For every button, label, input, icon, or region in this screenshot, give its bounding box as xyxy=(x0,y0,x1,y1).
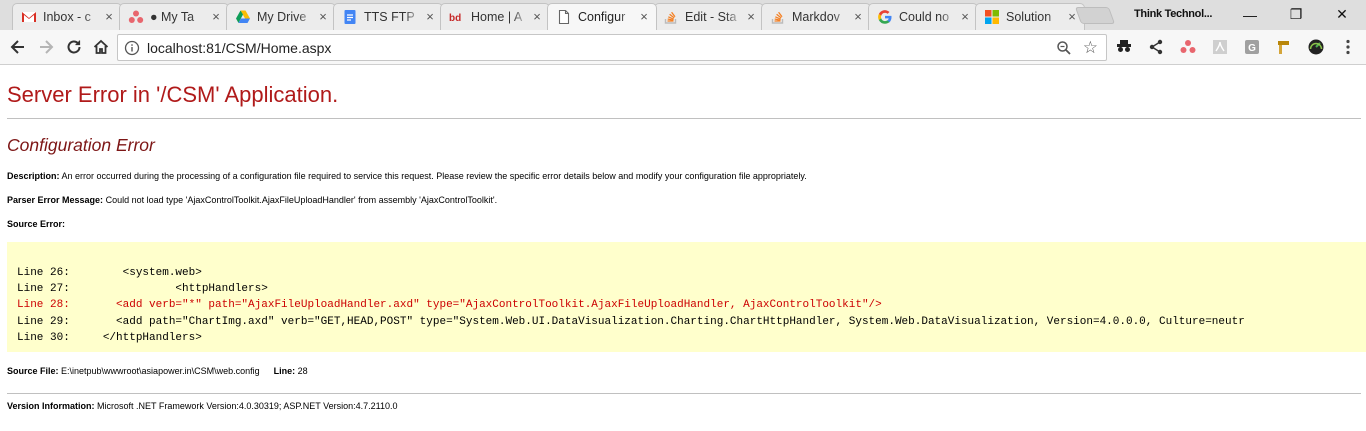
pdf-extension-icon[interactable] xyxy=(1211,38,1229,56)
tab-close-icon[interactable]: × xyxy=(957,9,973,25)
home-icon xyxy=(93,39,109,54)
browser-toolbar: localhost:81/CSM/Home.aspx ☆ G xyxy=(0,30,1366,65)
home-button[interactable] xyxy=(89,35,113,59)
back-arrow-icon xyxy=(10,40,24,54)
tab-2[interactable]: ● My Ta × xyxy=(119,3,229,30)
zoom-icon[interactable] xyxy=(1056,40,1072,56)
svg-text:bd: bd xyxy=(449,13,461,24)
tab-close-icon[interactable]: × xyxy=(101,9,117,25)
line-label: Line: xyxy=(273,366,296,376)
tab-close-icon[interactable]: × xyxy=(743,9,759,25)
description-line: Description: An error occurred during th… xyxy=(7,171,807,181)
bd-icon: bd xyxy=(449,9,465,25)
asana-icon xyxy=(128,9,144,25)
tab-label: Could no xyxy=(899,10,950,24)
version-text: Microsoft .NET Framework Version:4.0.303… xyxy=(94,401,398,411)
svg-text:G: G xyxy=(1248,43,1256,54)
tab-close-icon[interactable]: × xyxy=(529,9,545,25)
source-file-line: Source File: E:\inetpub\wwwroot\asiapowe… xyxy=(7,366,308,376)
tab-label: Markdov xyxy=(792,10,840,24)
close-window-button[interactable]: ✕ xyxy=(1319,0,1365,29)
tab-close-icon[interactable]: × xyxy=(422,9,438,25)
source-line-1: Line 26: <system.web> xyxy=(17,267,202,279)
source-code-box: Line 26: <system.web> Line 27: <httpHand… xyxy=(7,242,1366,352)
tab-6[interactable]: Configur × xyxy=(547,3,657,30)
description-text: An error occurred during the processing … xyxy=(59,171,807,181)
url-text[interactable]: localhost:81/CSM/Home.aspx xyxy=(147,40,331,56)
google-icon xyxy=(877,9,893,25)
tab-strip: Inbox - c × ● My Ta × My Drive × TTS FTP × bd Hom… xyxy=(0,0,1366,30)
chrome-menu-button[interactable] xyxy=(1339,38,1357,56)
back-button[interactable] xyxy=(6,35,30,59)
page-title: Server Error in '/CSM' Application. xyxy=(7,82,339,107)
forward-button[interactable] xyxy=(34,35,58,59)
document-icon xyxy=(556,9,572,25)
reload-button[interactable] xyxy=(62,35,86,59)
tab-close-icon[interactable]: × xyxy=(208,9,224,25)
tab-label: My Drive xyxy=(257,10,307,24)
reload-icon xyxy=(67,40,81,54)
google-docs-icon xyxy=(342,9,358,25)
stackoverflow-icon xyxy=(770,9,786,25)
address-bar[interactable]: localhost:81/CSM/Home.aspx ☆ xyxy=(117,34,1107,61)
gmail-icon xyxy=(21,9,37,25)
description-label: Description: xyxy=(7,171,60,181)
microsoft-icon xyxy=(984,9,1000,25)
tab-close-icon[interactable]: × xyxy=(850,9,866,25)
asana-extension-icon[interactable] xyxy=(1179,38,1197,56)
tab-label: Configur xyxy=(578,10,626,24)
grammarly-extension-icon[interactable]: G xyxy=(1243,38,1261,56)
tab-label: Edit - Sta xyxy=(685,10,737,24)
tab-3[interactable]: My Drive × xyxy=(226,3,336,30)
error-subtitle: Configuration Error xyxy=(7,135,155,155)
source-line-4: Line 29: <add path="ChartImg.axd" verb="… xyxy=(17,315,1245,328)
tab-9[interactable]: Could no × xyxy=(868,3,978,30)
tab-8[interactable]: Markdov × xyxy=(761,3,871,30)
info-icon[interactable] xyxy=(124,40,140,56)
source-line-3: Line 28: <add verb="*" path="AjaxFileUpl… xyxy=(17,299,882,312)
tab-label: Inbox - c xyxy=(43,10,91,24)
tab-10[interactable]: Solution × xyxy=(975,3,1085,30)
parser-error-label: Parser Error Message: xyxy=(7,195,104,205)
tab-5[interactable]: bd Home | A × xyxy=(440,3,550,30)
profile-name[interactable]: Think Technol... xyxy=(1134,8,1212,20)
source-file-label: Source File: xyxy=(7,366,59,376)
share-extension-icon[interactable] xyxy=(1147,38,1165,56)
hammer-extension-icon[interactable] xyxy=(1275,38,1293,56)
stackoverflow-icon xyxy=(663,9,679,25)
tab-label: ● My Ta xyxy=(150,10,195,24)
source-line-2: Line 27: <httpHandlers> xyxy=(17,283,268,296)
source-error-line: Source Error: xyxy=(7,219,65,229)
version-label: Version Information: xyxy=(7,401,95,411)
speed-extension-icon[interactable] xyxy=(1307,38,1325,56)
line-value: 28 xyxy=(295,366,308,376)
tab-4[interactable]: TTS FTP × xyxy=(333,3,443,30)
version-line: Version Information: Microsoft .NET Fram… xyxy=(7,401,398,411)
source-file-path: E:\inetpub\wwwroot\asiapower.in\CSM\web.… xyxy=(58,366,260,376)
incognito-extension-icon[interactable] xyxy=(1115,38,1133,56)
maximize-button[interactable]: ❐ xyxy=(1273,0,1319,29)
tab-close-icon[interactable]: × xyxy=(315,9,331,25)
new-tab-button[interactable] xyxy=(1074,7,1116,24)
tab-label: Home | A xyxy=(471,10,523,24)
tab-label: Solution xyxy=(1006,10,1052,24)
tab-1[interactable]: Inbox - c × xyxy=(12,3,122,30)
forward-arrow-icon xyxy=(40,40,54,54)
tab-7[interactable]: Edit - Sta × xyxy=(654,3,764,30)
title-divider xyxy=(7,118,1361,119)
source-line-5: Line 30: </httpHandlers> xyxy=(17,331,202,344)
tab-label: TTS FTP xyxy=(364,10,415,24)
parser-error-line: Parser Error Message: Could not load typ… xyxy=(7,195,497,205)
source-error-label: Source Error: xyxy=(7,219,66,229)
version-divider xyxy=(7,393,1361,394)
bookmark-star-icon[interactable]: ☆ xyxy=(1083,38,1098,58)
minimize-button[interactable]: — xyxy=(1227,0,1273,29)
google-drive-icon xyxy=(235,9,251,25)
tab-close-icon[interactable]: × xyxy=(636,9,652,25)
source-code: Line 26: <system.web> Line 27: <httpHand… xyxy=(17,265,1245,346)
parser-error-text: Could not load type 'AjaxControlToolkit.… xyxy=(103,195,498,205)
